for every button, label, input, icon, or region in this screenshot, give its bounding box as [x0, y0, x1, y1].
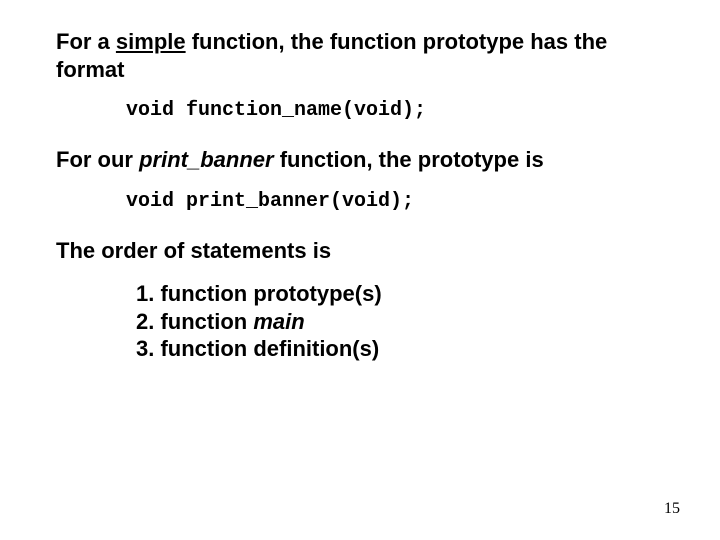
code-prototype-print-banner: void print_banner(void);	[126, 190, 664, 213]
page-number: 15	[664, 500, 680, 518]
text: For a	[56, 29, 116, 54]
list-item: 1. function prototype(s)	[136, 280, 664, 308]
text: For our	[56, 147, 139, 172]
text-underline-simple: simple	[116, 29, 186, 54]
code-prototype-generic: void function_name(void);	[126, 99, 664, 122]
text-italic-main: main	[253, 309, 304, 334]
slide: For a simple function, the function prot…	[0, 0, 720, 540]
text: 2. function	[136, 309, 253, 334]
text: function, the prototype is	[274, 147, 544, 172]
ordered-list: 1. function prototype(s) 2. function mai…	[136, 280, 664, 363]
paragraph-order: The order of statements is	[56, 237, 664, 265]
list-item: 3. function definition(s)	[136, 335, 664, 363]
paragraph-print-banner: For our print_banner function, the proto…	[56, 146, 664, 174]
paragraph-prototype-format: For a simple function, the function prot…	[56, 28, 664, 83]
list-item: 2. function main	[136, 308, 664, 336]
text-italic-print-banner: print_banner	[139, 147, 273, 172]
